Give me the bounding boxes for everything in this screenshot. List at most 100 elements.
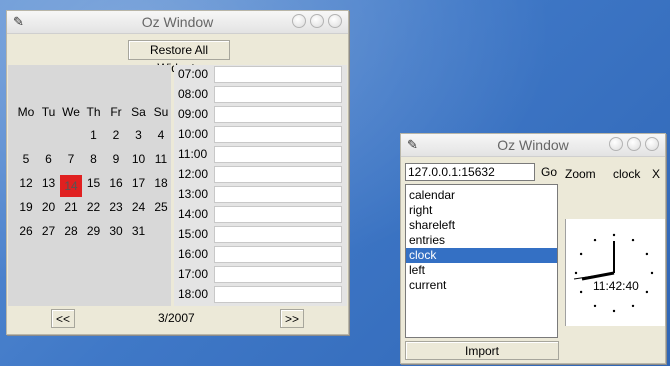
clock-tick	[631, 304, 635, 308]
time-entry-field[interactable]	[214, 226, 342, 243]
component-list-item[interactable]: current	[406, 278, 557, 293]
time-slot-row: 11:00	[174, 145, 344, 165]
calendar-day[interactable]: 16	[105, 175, 127, 191]
time-label: 14:00	[178, 207, 209, 221]
calendar-day[interactable]: 21	[60, 199, 82, 215]
time-slot-row: 14:00	[174, 205, 344, 225]
calendar-day[interactable]: 1	[83, 127, 105, 143]
time-entry-field[interactable]	[214, 286, 342, 303]
time-label: 12:00	[178, 167, 209, 181]
restore-all-widgets-button[interactable]: Restore All Widgets	[128, 40, 230, 75]
time-label: 07:00	[178, 67, 209, 81]
calendar-day[interactable]: 23	[105, 199, 127, 215]
calendar-day[interactable]: 2	[105, 127, 127, 143]
clock-tick	[612, 309, 616, 313]
clock-panel: 11:42:40	[565, 219, 665, 326]
weekday-label: Mo	[17, 105, 35, 119]
title-bar[interactable]: ✎ Oz Window	[401, 134, 665, 157]
next-month-button[interactable]: >>	[280, 309, 304, 328]
close-button[interactable]: X	[652, 167, 660, 181]
time-entry-field[interactable]	[214, 106, 342, 123]
time-label: 09:00	[178, 107, 209, 121]
component-list-item[interactable]: right	[406, 203, 557, 218]
calendar-day[interactable]: 26	[15, 223, 37, 239]
clock-tick	[645, 252, 649, 256]
time-slot-row: 08:00	[174, 85, 344, 105]
time-entry-field[interactable]	[214, 266, 342, 283]
calendar-day[interactable]: 12	[15, 175, 37, 191]
component-list-item[interactable]: entries	[406, 233, 557, 248]
minimize-icon[interactable]	[609, 137, 623, 151]
calendar-day[interactable]: 9	[105, 151, 127, 167]
import-button[interactable]: Import	[405, 341, 559, 360]
calendar-day[interactable]: 19	[15, 199, 37, 215]
component-list[interactable]: calendar right shareleft entries clock left cu…	[405, 184, 558, 338]
component-label: clock	[613, 167, 641, 181]
clock-tick	[593, 238, 597, 242]
calendar-day[interactable]: 24	[128, 199, 150, 215]
title-bar[interactable]: ✎ Oz Window	[7, 11, 348, 34]
time-entry-field[interactable]	[214, 206, 342, 223]
maximize-icon[interactable]	[310, 14, 324, 28]
clock-tick	[650, 271, 654, 275]
close-icon[interactable]	[645, 137, 659, 151]
calendar-day[interactable]: 8	[83, 151, 105, 167]
weekday-label: Fr	[110, 105, 122, 119]
time-slot-row: 07:00	[174, 65, 344, 85]
calendar-day[interactable]: 17	[128, 175, 150, 191]
calendar-day[interactable]: 27	[38, 223, 60, 239]
time-label: 17:00	[178, 267, 209, 281]
time-label: 11:00	[178, 147, 208, 161]
clock-tick	[579, 290, 583, 294]
clock-tick	[593, 304, 597, 308]
clock-tick	[574, 271, 578, 275]
component-list-item[interactable]: calendar	[406, 188, 557, 203]
time-slot-row: 16:00	[174, 245, 344, 265]
time-entry-field[interactable]	[214, 126, 342, 143]
close-icon[interactable]	[328, 14, 342, 28]
time-label: 08:00	[178, 87, 209, 101]
previous-month-button[interactable]: <<	[51, 309, 75, 328]
calendar-day[interactable]: 18	[150, 175, 172, 191]
component-list-item[interactable]: left	[406, 263, 557, 278]
calendar-day[interactable]: 15	[83, 175, 105, 191]
time-entry-field[interactable]	[214, 86, 342, 103]
zoom-button[interactable]: Zoom	[565, 167, 596, 181]
month-label: 3/2007	[158, 311, 195, 325]
calendar-day[interactable]: 13	[38, 175, 60, 191]
calendar-day[interactable]: 29	[83, 223, 105, 239]
calendar-day[interactable]: 25	[150, 199, 172, 215]
time-entry-field[interactable]	[214, 166, 342, 183]
calendar-day[interactable]: 6	[38, 151, 60, 167]
calendar-day[interactable]: 14	[60, 175, 82, 197]
calendar-day[interactable]: 30	[105, 223, 127, 239]
calendar-day[interactable]: 3	[128, 127, 150, 143]
calendar-day[interactable]: 22	[83, 199, 105, 215]
browser-window: ✎ Oz Window 127.0.0.1:15632 Go Zoom cloc…	[400, 133, 666, 364]
address-input[interactable]: 127.0.0.1:15632	[405, 163, 535, 181]
component-list-item[interactable]: clock	[406, 248, 557, 263]
time-entry-field[interactable]	[214, 186, 342, 203]
time-slot-row: 13:00	[174, 185, 344, 205]
calendar-day[interactable]: 4	[150, 127, 172, 143]
component-list-item[interactable]: shareleft	[406, 218, 557, 233]
minimize-icon[interactable]	[292, 14, 306, 28]
clock-tick	[612, 233, 616, 237]
clock-tick	[645, 290, 649, 294]
calendar-day[interactable]: 7	[60, 151, 82, 167]
calendar-day[interactable]: 31	[128, 223, 150, 239]
calendar-day[interactable]: 5	[15, 151, 37, 167]
time-entry-field[interactable]	[214, 66, 342, 83]
maximize-icon[interactable]	[627, 137, 641, 151]
weekday-label: Sa	[131, 105, 146, 119]
time-entry-field[interactable]	[214, 246, 342, 263]
clock-digital-time: 11:42:40	[593, 279, 639, 293]
time-label: 13:00	[178, 187, 209, 201]
calendar-day[interactable]: 20	[38, 199, 60, 215]
go-button[interactable]: Go	[541, 165, 557, 179]
calendar-day[interactable]: 28	[60, 223, 82, 239]
calendar-day[interactable]: 11	[150, 151, 172, 167]
time-entry-field[interactable]	[214, 146, 342, 163]
calendar-day[interactable]: 10	[128, 151, 150, 167]
time-label: 18:00	[178, 287, 209, 301]
